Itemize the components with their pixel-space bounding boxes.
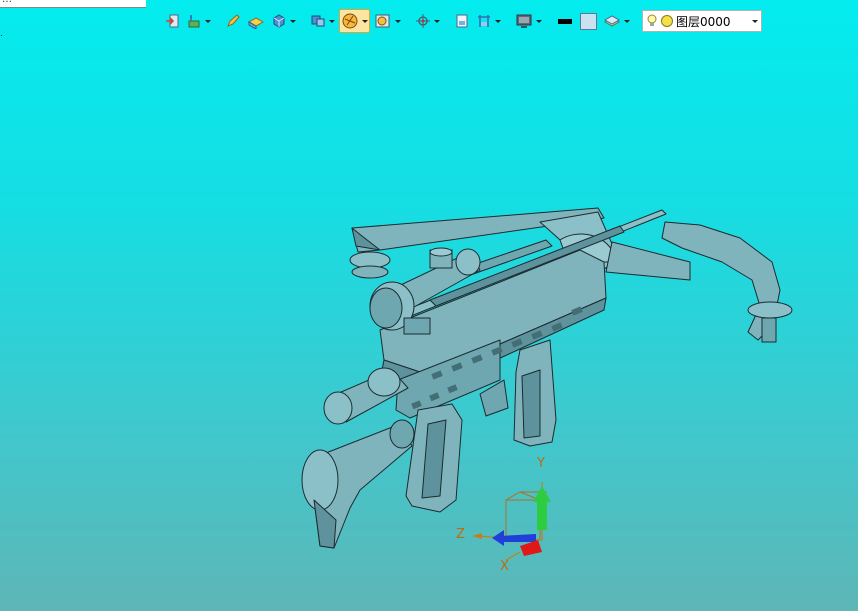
z-axis-label: Z	[456, 527, 465, 542]
magazine	[405, 403, 463, 513]
axis-triad: Y Z X	[456, 456, 551, 574]
stock	[301, 419, 415, 549]
barrel	[323, 367, 409, 425]
model-viewport[interactable]: Y Z X	[0, 0, 858, 611]
x-axis-label: X	[500, 559, 509, 574]
y-axis-label: Y	[536, 456, 545, 471]
